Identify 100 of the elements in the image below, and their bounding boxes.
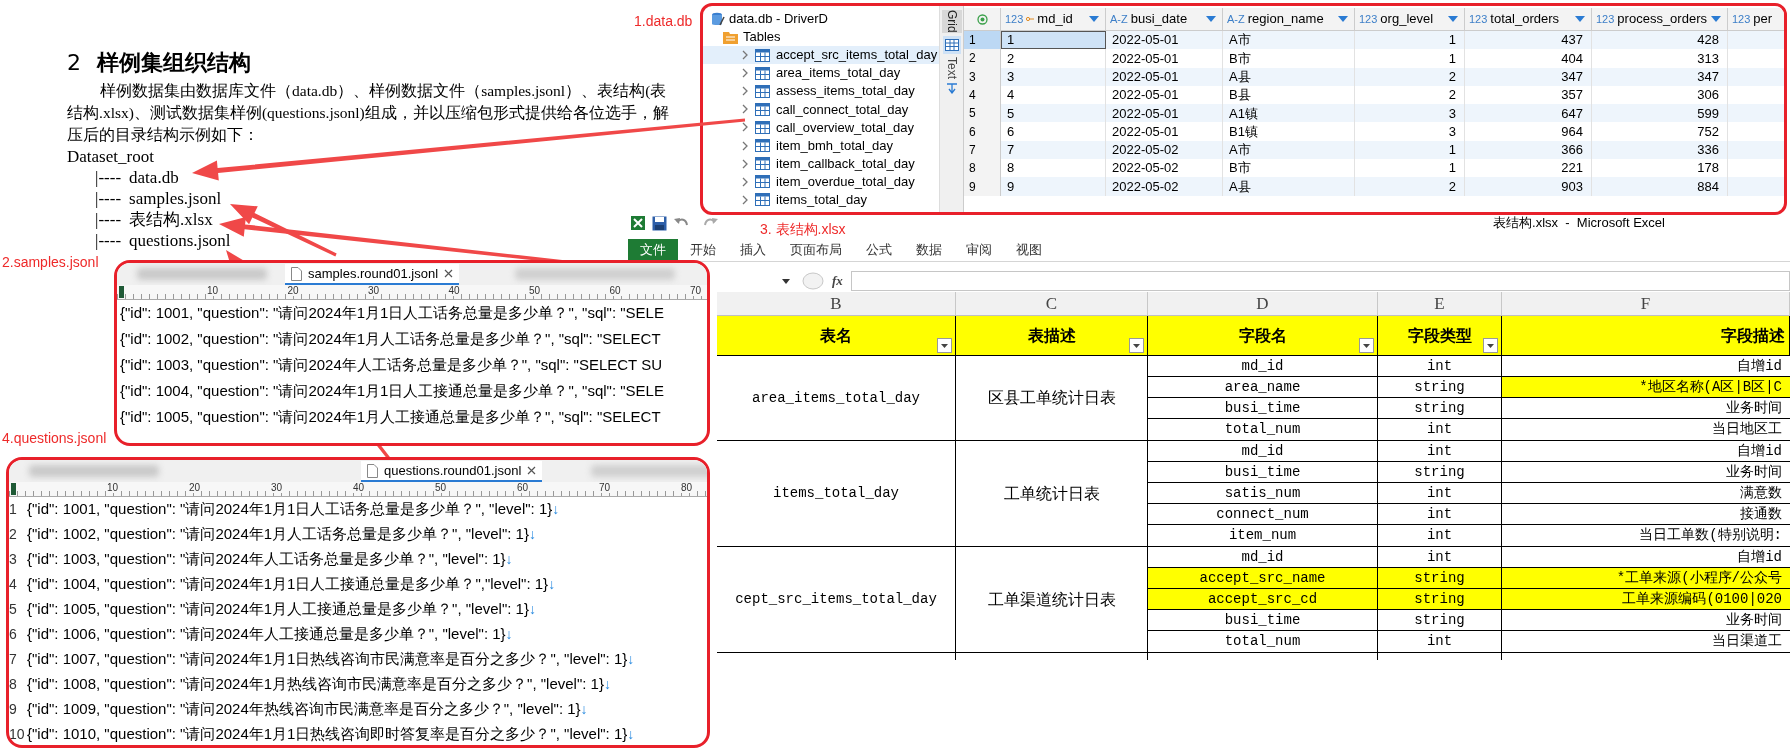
column-header[interactable]: busi_date — [1130, 9, 1188, 29]
ribbon-tab[interactable]: 视图 — [1004, 239, 1054, 261]
ribbon-tab[interactable]: 开始 — [678, 239, 728, 261]
table-cell: 2 — [1001, 49, 1106, 68]
code-line: {"id": 1001, "question": "请问2024年1月1日人工话务总量是多少单？", "level": 1} — [26, 499, 553, 520]
tree-item[interactable]: call_overview_total_day — [776, 117, 915, 138]
chevron-icon[interactable] — [741, 194, 749, 205]
column-header[interactable]: total_orders — [1490, 9, 1559, 29]
dropdown-icon[interactable] — [1089, 15, 1099, 23]
chevron-icon[interactable] — [741, 104, 749, 115]
ribbon-tab[interactable]: 文件 — [628, 239, 678, 261]
filter-dropdown-button[interactable] — [1483, 338, 1498, 353]
code-line: {"id": 1005, "question": "请问2024年1月人工接通总量是多少单？", "level": 1} — [26, 599, 529, 620]
column-header[interactable]: C — [956, 292, 1148, 315]
dropdown-icon[interactable] — [1206, 15, 1216, 23]
view-tab[interactable]: Text — [941, 56, 962, 79]
code-line: {"id": 1008, "question": "请问2024年1月热线咨询市民满意率是百分之多少？", "level": 1} — [26, 674, 604, 695]
formula-field[interactable] — [850, 271, 1790, 291]
dropdown-icon[interactable] — [1575, 15, 1585, 23]
tree-item[interactable]: item_bmh_total_day — [776, 135, 894, 156]
close-icon[interactable] — [444, 269, 454, 278]
dropdown-icon[interactable] — [1448, 15, 1458, 23]
ribbon-tab[interactable]: 插入 — [728, 239, 778, 261]
close-icon[interactable] — [527, 466, 537, 475]
ribbon-tab[interactable]: 公式 — [854, 239, 904, 261]
chevron-icon[interactable] — [741, 176, 749, 187]
table-cell-text: 区县工单统计日表 — [987, 388, 1116, 408]
table-icon — [755, 66, 770, 80]
row-number[interactable]: 5 — [964, 104, 1001, 123]
dropdown-icon[interactable] — [1338, 15, 1348, 23]
code-line: {"id": 1003, "question": "请问2024年人工话务总量是多少单？", "sql": "SELECT SU — [120, 354, 662, 375]
chevron-icon[interactable] — [741, 50, 749, 61]
column-header[interactable]: B — [717, 292, 956, 315]
text-view-icon[interactable] — [945, 81, 958, 94]
paragraph: 样例数据集由数据库文件（data.db）、样例数据文件（samples.jsonl）、表结构(表结构.xlsx)、测试数据集样例(questions.jsonl)组成，并以压缩包形式提供给各位选手，解压后的目录结构示例如下： — [67, 81, 670, 145]
callout-label: 1.data.db — [634, 13, 693, 29]
ruler-marker-icon — [119, 286, 124, 298]
code-line: {"id": 1002, "question": "请问2024年1月人工话务总量是多少单？", "sql": "SELECT — [120, 328, 661, 349]
function-label[interactable]: fx — [832, 271, 843, 291]
type-label: 123 — [1596, 11, 1615, 27]
save-icon[interactable] — [652, 215, 667, 231]
ruler-number: 30 — [270, 482, 284, 493]
tree-branch: |---- — [95, 230, 122, 251]
tree-folder[interactable]: Tables — [743, 27, 781, 47]
grid-icon[interactable] — [942, 35, 961, 54]
column-header[interactable]: per — [1753, 9, 1773, 29]
line-number: 7 — [9, 650, 18, 669]
folder-icon — [723, 30, 738, 44]
table-cell: 3 — [1355, 122, 1465, 141]
status-icon — [976, 13, 988, 25]
ruler-number: 30 — [367, 285, 381, 296]
tree-item[interactable]: assess_items_total_day — [776, 81, 915, 101]
ribbon-tab[interactable]: 审阅 — [954, 239, 1004, 261]
column-header[interactable]: D — [1148, 292, 1378, 315]
code-line: {"id": 1005, "question": "请问2024年1月人工接通总量是多少单？", "sql": "SELECT — [120, 406, 661, 427]
ruler-number: 50 — [528, 285, 542, 296]
row-number[interactable]: 6 — [964, 122, 1001, 141]
column-header[interactable]: region_name — [1247, 9, 1324, 29]
type-label: 123 — [1469, 11, 1488, 27]
tree-item[interactable]: item_callback_total_day — [776, 153, 915, 174]
chevron-icon[interactable] — [741, 68, 749, 79]
type-label: 123 — [1359, 11, 1378, 27]
table-cell: string — [1378, 589, 1502, 609]
column-header[interactable]: org_level — [1380, 9, 1434, 29]
row-number[interactable]: 1 — [964, 31, 1001, 50]
table-cell: accept_src_name — [1148, 568, 1378, 588]
ribbon-tab[interactable]: 数据 — [904, 239, 954, 261]
tree-item[interactable]: items_total_day — [776, 190, 868, 210]
filter-dropdown-button[interactable] — [1359, 338, 1374, 353]
chevron-icon[interactable] — [741, 140, 749, 151]
chevron-icon[interactable] — [741, 86, 749, 97]
table-cell-text: area_items_total_day — [752, 388, 920, 408]
view-tab[interactable]: Grid — [941, 10, 962, 33]
chevron-icon[interactable] — [741, 122, 749, 133]
line-break-mark: ↓ — [627, 725, 635, 744]
table-cell-text: 工单渠道统计日表 — [987, 589, 1116, 610]
filter-dropdown-button[interactable] — [937, 338, 952, 353]
row-number[interactable]: 9 — [964, 177, 1001, 196]
section-heading: 样例集组织结构 — [97, 49, 251, 77]
connection-title[interactable]: data.db - DriverD — [729, 9, 828, 29]
column-header[interactable]: E — [1378, 292, 1502, 315]
chevron-icon[interactable] — [741, 158, 749, 169]
tree-item[interactable]: call_connect_total_day — [776, 99, 909, 120]
code-line: {"id": 1006, "question": "请问2024年人工接通总量是多少单？", "level": 1} — [26, 624, 506, 645]
column-header[interactable]: F — [1502, 292, 1790, 315]
ribbon-tab[interactable]: 页面布局 — [778, 239, 854, 261]
tree-item[interactable]: item_overdue_total_day — [776, 171, 915, 192]
column-header[interactable]: md_id — [1037, 9, 1073, 29]
row-number[interactable]: 2 — [964, 49, 1001, 68]
table-cell: 1 — [1355, 49, 1465, 68]
line-number: 2 — [9, 525, 18, 544]
formula-handle-icon[interactable] — [802, 272, 824, 290]
table-icon — [755, 120, 770, 134]
dropdown-icon[interactable] — [1711, 15, 1721, 23]
ruler-number: 20 — [286, 285, 300, 296]
column-header[interactable]: process_orders — [1617, 9, 1707, 29]
row-number[interactable]: 8 — [964, 159, 1001, 178]
filter-dropdown-button[interactable] — [1129, 338, 1144, 353]
table-cell: 347 — [1465, 67, 1592, 86]
tree-item[interactable]: area_items_total_day — [776, 63, 901, 83]
